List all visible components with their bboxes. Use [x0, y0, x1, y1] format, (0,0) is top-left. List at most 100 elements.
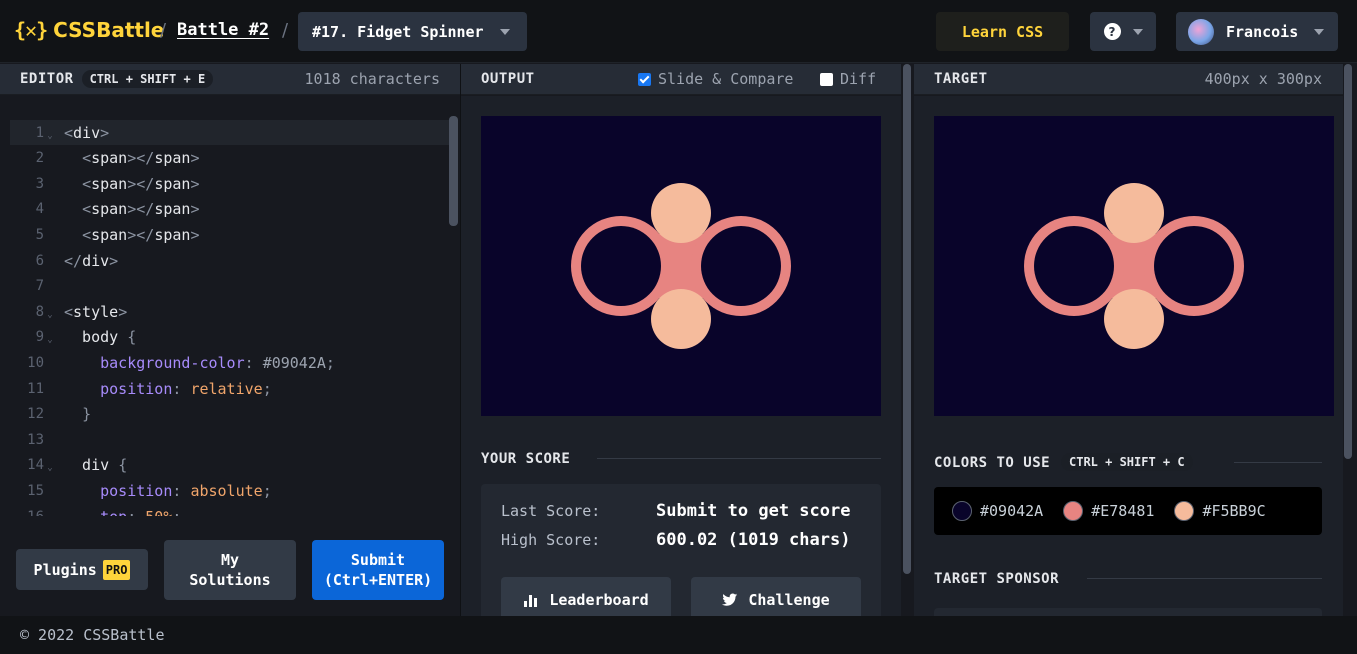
- code-token: ;: [262, 379, 272, 398]
- slide-compare-label: Slide & Compare: [658, 70, 794, 88]
- challenge-label: Challenge: [748, 591, 830, 609]
- diff-checkbox[interactable]: [820, 72, 833, 86]
- code-line[interactable]: 11 position: relative;: [10, 376, 458, 401]
- fold-chevron-icon[interactable]: ⌄: [44, 131, 56, 141]
- my-solutions-button[interactable]: My Solutions: [164, 540, 296, 600]
- output-title: OUTPUT: [481, 71, 535, 87]
- output-canvas[interactable]: [481, 116, 881, 416]
- target-spinner-drawing: [1024, 183, 1244, 349]
- code-token: absolute: [190, 481, 263, 500]
- code-token: span: [154, 200, 191, 219]
- color-chip[interactable]: #F5BB9C: [1174, 501, 1266, 521]
- code-line[interactable]: 13: [10, 427, 458, 452]
- page-scrollbar[interactable]: [1344, 64, 1352, 459]
- color-hex: #F5BB9C: [1202, 502, 1266, 520]
- section-divider: [1234, 462, 1322, 463]
- code-line[interactable]: 7: [10, 274, 458, 299]
- code-token: position: [100, 481, 173, 500]
- code-line[interactable]: 16 top: 50%;: [10, 504, 458, 517]
- code-token: {: [118, 456, 128, 475]
- target-canvas[interactable]: [934, 116, 1334, 416]
- submit-button[interactable]: Submit (Ctrl+ENTER): [312, 540, 444, 600]
- code-token: span: [91, 225, 128, 244]
- color-chip[interactable]: #09042A: [952, 501, 1043, 521]
- code-token: ></: [127, 174, 155, 193]
- code-token: div: [82, 251, 110, 270]
- page-footer: © 2022 CSSBattle: [0, 616, 1357, 654]
- fold-chevron-icon[interactable]: ⌄: [44, 463, 56, 473]
- spinner-right-hole: [701, 226, 781, 306]
- code-token: ></: [127, 200, 155, 219]
- plugins-button[interactable]: Plugins PRO: [16, 549, 148, 590]
- code-line[interactable]: 2 <span></span>: [10, 146, 458, 171]
- chevron-down-icon: [499, 28, 510, 35]
- fold-chevron-icon[interactable]: ⌄: [44, 310, 56, 320]
- leaderboard-label: Leaderboard: [549, 591, 649, 609]
- code-line[interactable]: 10 background-color: #09042A;: [10, 350, 458, 375]
- code-token: :: [172, 379, 191, 398]
- last-score-value: Submit to get score: [656, 501, 851, 521]
- challenge-button[interactable]: Challenge: [691, 577, 861, 616]
- target-sponsor-title: TARGET SPONSOR: [934, 571, 1060, 587]
- diff-toggle[interactable]: Diff: [820, 70, 876, 88]
- editor-shortcut-badge: CTRL + SHIFT + E: [81, 70, 214, 88]
- learn-css-button[interactable]: Learn CSS: [936, 12, 1069, 51]
- code-line[interactable]: 8 ⌄ <style>: [10, 299, 458, 324]
- code-token: ;: [262, 481, 272, 500]
- color-swatch: [1174, 501, 1195, 521]
- breadcrumb-separator: /: [282, 20, 289, 41]
- color-hex: #E78481: [1091, 502, 1155, 520]
- slide-compare-toggle[interactable]: Slide & Compare: [638, 70, 793, 88]
- code-token: </: [64, 251, 83, 270]
- code-line[interactable]: 5 <span></span>: [10, 222, 458, 247]
- target-panel: COLORS TO USE CTRL + SHIFT + C #09042A #…: [914, 96, 1343, 616]
- line-number: 13: [27, 431, 44, 448]
- character-count: 1018 characters: [304, 70, 440, 88]
- leaderboard-button[interactable]: Leaderboard: [501, 577, 671, 616]
- line-number: 3: [35, 175, 44, 192]
- code-line[interactable]: 14 ⌄ div {: [10, 453, 458, 478]
- code-text: </div>: [56, 252, 118, 270]
- spinner-top-ball: [1104, 183, 1164, 243]
- challenge-dropdown[interactable]: #17. Fidget Spinner: [298, 12, 527, 51]
- battle-link[interactable]: Battle #2: [177, 20, 269, 40]
- line-number: 16: [10, 509, 44, 517]
- code-line[interactable]: 1 ⌄ <div>: [10, 120, 458, 145]
- code-token: span: [91, 200, 128, 219]
- pro-badge: PRO: [102, 559, 131, 580]
- color-chip[interactable]: #E78481: [1063, 501, 1154, 521]
- code-line[interactable]: 6 </div>: [10, 248, 458, 273]
- code-token: ></: [127, 149, 155, 168]
- code-line[interactable]: 3 <span></span>: [10, 171, 458, 196]
- output-scrollbar[interactable]: [903, 64, 911, 574]
- spinner-left-hole: [581, 226, 661, 306]
- fold-chevron-icon[interactable]: ⌄: [44, 335, 56, 345]
- output-header: OUTPUT Slide & Compare Diff: [461, 64, 901, 95]
- plugins-label: Plugins: [33, 560, 97, 579]
- code-line[interactable]: 9 ⌄ body {: [10, 325, 458, 350]
- editor-scrollbar[interactable]: [449, 116, 458, 226]
- help-dropdown[interactable]: ?: [1090, 12, 1156, 51]
- code-line[interactable]: 15 position: absolute;: [10, 478, 458, 503]
- cssbattle-logo[interactable]: {✕} CSSBattle: [14, 18, 164, 42]
- code-line[interactable]: 4 <span></span>: [10, 197, 458, 222]
- color-hex: #09042A: [980, 502, 1044, 520]
- code-editor[interactable]: 1 ⌄ <div> 2 <span></span> 3 <span></span> 4 <…: [0, 96, 460, 516]
- user-menu[interactable]: Francois: [1176, 12, 1338, 51]
- code-token: :: [244, 353, 263, 372]
- code-line[interactable]: 12 }: [10, 402, 458, 427]
- output-spinner-drawing: [571, 183, 791, 349]
- chevron-down-icon: [1132, 28, 1143, 35]
- code-token: <: [64, 302, 74, 321]
- code-token: :: [172, 481, 191, 500]
- code-token: span: [154, 174, 191, 193]
- code-text: body {: [56, 328, 136, 346]
- code-token: background-color: [100, 353, 245, 372]
- code-text: <span></span>: [56, 200, 199, 218]
- code-token: <: [82, 149, 92, 168]
- target-title: TARGET: [934, 71, 988, 87]
- diff-label: Diff: [840, 70, 877, 88]
- slide-compare-checkbox[interactable]: [638, 72, 651, 86]
